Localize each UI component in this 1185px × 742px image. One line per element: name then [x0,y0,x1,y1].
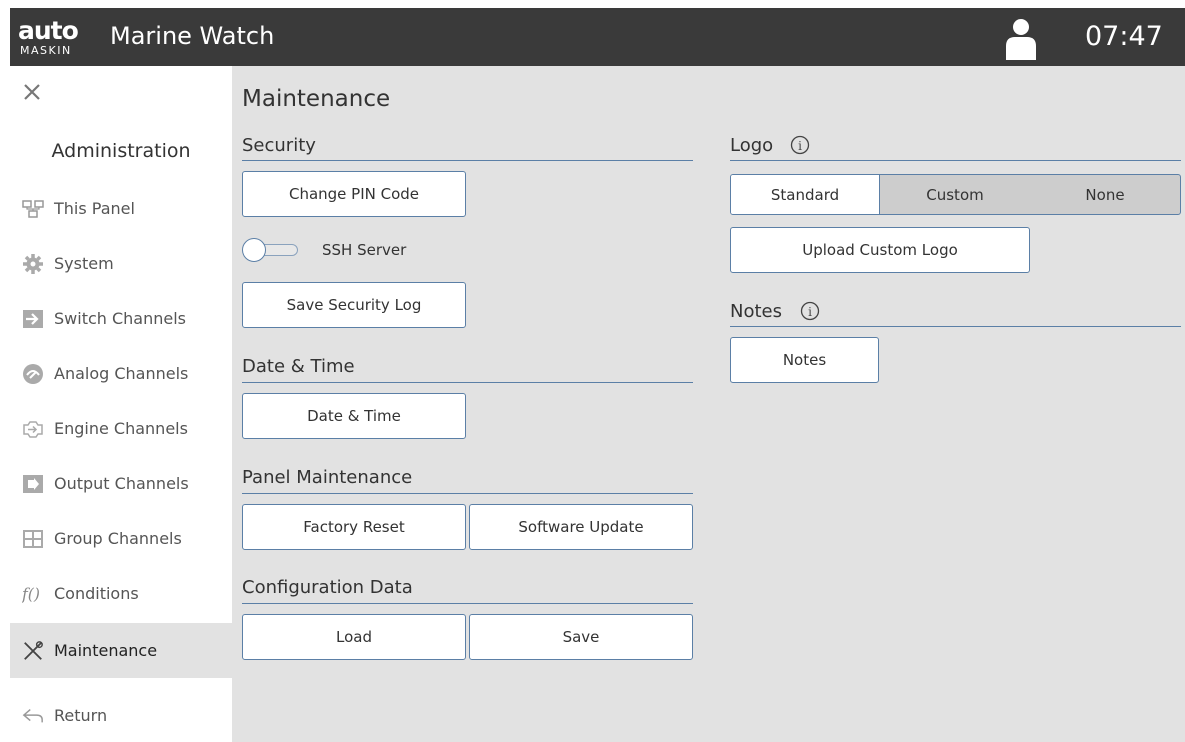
sidebar-item-label: System [54,254,114,273]
sidebar-item-label: Engine Channels [54,419,188,438]
section-title-panel-maintenance: Panel Maintenance [242,467,413,488]
engine-channels-icon [22,418,44,440]
auto-maskin-logo: auto MASKIN [18,14,96,60]
sidebar-item-analog-channels[interactable]: Analog Channels [10,346,232,401]
section-divider [730,326,1181,327]
logo-option-standard[interactable]: Standard [731,175,880,214]
svg-text:i: i [798,139,802,153]
return-arrow-icon [22,705,44,727]
sidebar-item-this-panel[interactable]: This Panel [10,181,232,236]
sidebar-item-system[interactable]: System [10,236,232,291]
close-icon[interactable] [22,82,42,102]
gear-icon [22,253,44,275]
sidebar-item-label: Return [54,706,108,725]
ssh-server-toggle[interactable] [242,238,298,262]
tools-icon [22,640,44,662]
svg-text:i: i [808,305,812,319]
factory-reset-button[interactable]: Factory Reset [242,504,466,550]
logo-option-none[interactable]: None [1030,175,1180,214]
function-icon: f() [22,583,44,605]
logo-info-icon[interactable]: i [790,135,810,155]
section-title-date-time: Date & Time [242,356,355,377]
sidebar-item-engine-channels[interactable]: Engine Channels [10,401,232,456]
logo-subtext: MASKIN [20,44,72,57]
notes-info-icon[interactable]: i [800,301,820,321]
section-title-configuration-data: Configuration Data [242,577,413,598]
sidebar-item-label: Conditions [54,584,139,603]
sidebar-item-conditions[interactable]: f() Conditions [10,566,232,621]
sidebar-item-label: This Panel [54,199,135,218]
switch-channels-icon [22,308,44,330]
notes-button[interactable]: Notes [730,337,879,383]
upload-custom-logo-button[interactable]: Upload Custom Logo [730,227,1030,273]
load-button[interactable]: Load [242,614,466,660]
analog-channels-icon [22,363,44,385]
toggle-knob [242,238,266,262]
top-bar: auto MASKIN Marine Watch 07:47 [10,8,1185,66]
section-divider [730,160,1181,161]
sidebar-item-maintenance[interactable]: Maintenance [10,623,232,678]
sidebar-item-label: Analog Channels [54,364,189,383]
ssh-server-label: SSH Server [322,241,407,259]
user-icon[interactable] [1004,18,1038,62]
section-divider [242,603,693,604]
save-button[interactable]: Save [469,614,693,660]
sidebar-item-label: Output Channels [54,474,189,493]
app-title: Marine Watch [110,22,275,50]
section-title-logo: Logo [730,135,774,156]
software-update-button[interactable]: Software Update [469,504,693,550]
main-content: Maintenance Security Change PIN Code SSH… [232,66,1185,742]
sidebar: Administration This Panel System Switch … [10,66,232,742]
svg-text:f(): f() [22,585,40,603]
section-divider [242,382,693,383]
section-title-security: Security [242,135,316,156]
panel-icon [22,198,44,220]
output-channels-icon [22,473,44,495]
section-title-notes: Notes [730,301,782,322]
save-security-log-button[interactable]: Save Security Log [242,282,466,328]
sidebar-item-return[interactable]: Return [10,688,232,742]
section-divider [242,493,693,494]
logo-option-custom[interactable]: Custom [880,175,1030,214]
sidebar-item-label: Maintenance [54,641,158,660]
sidebar-item-label: Switch Channels [54,309,187,328]
section-divider [242,160,693,161]
logo-word: auto [18,16,79,45]
change-pin-button[interactable]: Change PIN Code [242,171,466,217]
sidebar-item-output-channels[interactable]: Output Channels [10,456,232,511]
group-channels-icon [22,528,44,550]
clock: 07:47 [1085,21,1163,52]
sidebar-heading: Administration [51,140,191,162]
logo-type-selector: Standard Custom None [730,174,1181,215]
date-time-button[interactable]: Date & Time [242,393,466,439]
sidebar-item-switch-channels[interactable]: Switch Channels [10,291,232,346]
page-title: Maintenance [242,86,391,112]
sidebar-item-label: Group Channels [54,529,182,548]
sidebar-item-group-channels[interactable]: Group Channels [10,511,232,566]
